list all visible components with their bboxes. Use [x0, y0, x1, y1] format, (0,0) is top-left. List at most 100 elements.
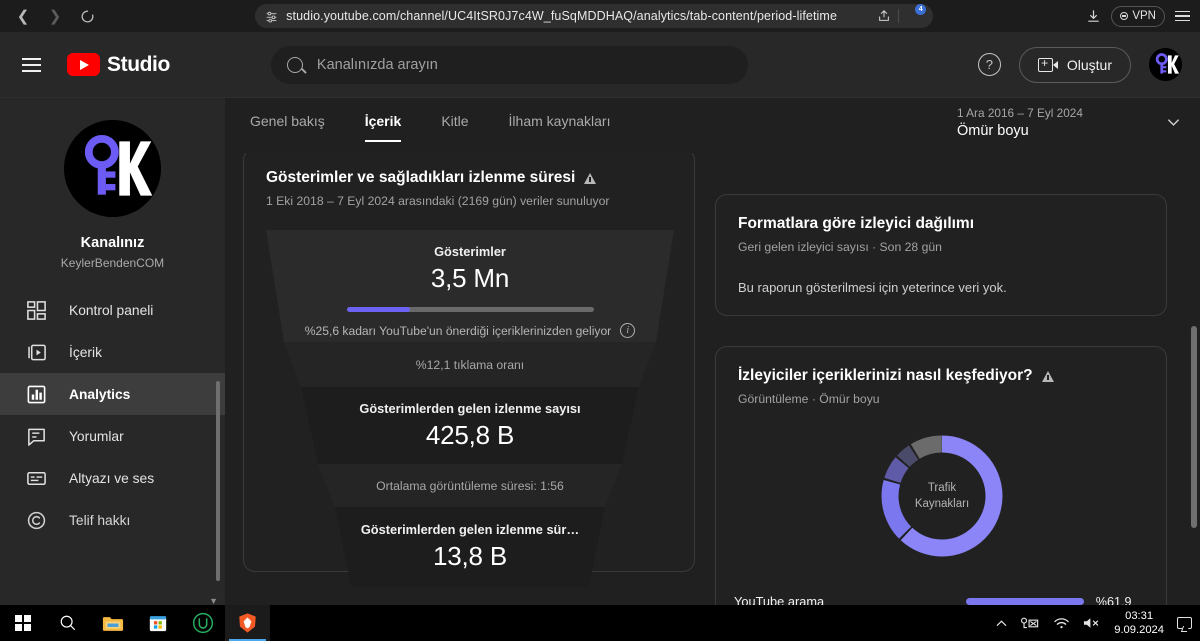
store-icon	[149, 616, 166, 632]
legend-bar-area	[965, 598, 1096, 605]
funnel-connector-label: %12,1 tıklama oranı	[415, 357, 525, 372]
utorrent-icon	[192, 612, 213, 634]
funnel-step-label: Gösterimlerden gelen izlenme sayısı	[359, 400, 581, 416]
tab-label: İçerik	[364, 112, 402, 129]
channel-avatar[interactable]	[64, 120, 161, 217]
sidebar-item-icerik[interactable]: İçerik	[0, 331, 225, 373]
card-title: Formatlara göre izleyici dağılımı	[738, 215, 1144, 233]
file-explorer-button[interactable]	[90, 605, 135, 641]
empty-state-message: Bu raporun gösterilmesi için yeterince v…	[738, 280, 1007, 295]
clock-date: 9.09.2024	[1114, 624, 1164, 636]
downloads-icon[interactable]	[1086, 9, 1101, 24]
sidebar-item-telif-hakki[interactable]: Telif hakkı	[0, 499, 225, 541]
funnel-step-watchtime: Gösterimlerden gelen izlenme sür… 13,8 B	[266, 507, 674, 587]
sidebar: Kanalınız KeylerBendenCOM Kontrol paneli	[0, 98, 225, 605]
tab-ilham-kaynaklari[interactable]: İlham kaynakları	[509, 107, 611, 144]
progress-note: %25,6 kadarı YouTube'un önerdiği içerikl…	[304, 323, 636, 338]
address-bar[interactable]: studio.youtube.com/channel/UC4ItSR0J7c4W…	[255, 4, 934, 28]
card-title: İzleyiciler içeriklerinizi nasıl keşfedi…	[738, 367, 1144, 385]
brave-browser-button[interactable]	[225, 605, 270, 641]
search-input[interactable]: Kanalınızda arayın	[270, 45, 748, 84]
sidebar-item-kontrol-paneli[interactable]: Kontrol paneli	[0, 289, 225, 331]
back-arrow-icon[interactable]: ❮	[8, 3, 38, 29]
search-icon	[60, 615, 75, 631]
browser-menu-icon[interactable]	[1175, 10, 1190, 22]
vpn-status-icon	[1120, 12, 1129, 20]
network-disconnected-icon[interactable]	[1021, 616, 1040, 630]
start-button[interactable]	[0, 605, 45, 641]
microsoft-store-button[interactable]	[135, 605, 180, 641]
vpn-label: VPN	[1132, 10, 1156, 22]
help-icon[interactable]: ?	[977, 53, 1001, 76]
sidebar-item-analytics[interactable]: Analytics	[0, 373, 225, 415]
tab-kitle[interactable]: Kitle	[441, 107, 468, 144]
main-content: Genel bakış İçerik Kitle İlham kaynaklar…	[225, 98, 1200, 641]
url-bar-container: studio.youtube.com/channel/UC4ItSR0J7c4W…	[102, 4, 1086, 28]
sidebar-item-label: İçerik	[69, 344, 102, 360]
tab-icerik[interactable]: İçerik	[364, 107, 402, 144]
copyright-icon	[26, 510, 47, 531]
channel-name: KeylerBendenCOM	[60, 256, 165, 270]
funnel-step-views: Gösterimlerden gelen izlenme sayısı 425,…	[266, 387, 674, 464]
video-camera-plus-icon	[1037, 56, 1058, 72]
volume-muted-icon[interactable]	[1083, 616, 1101, 630]
vpn-button[interactable]: VPN	[1111, 5, 1165, 27]
search-icon	[286, 56, 303, 73]
sidebar-scrollbar[interactable]	[216, 381, 220, 581]
chevron-down-icon: ▼	[209, 596, 218, 605]
funnel-connector-duration: Ortalama görüntüleme süresi: 1:56	[266, 464, 674, 507]
sidebar-item-altyazi-ve-ses[interactable]: Altyazı ve ses	[0, 457, 225, 499]
funnel-step-impressions: Gösterimler 3,5 Mn %25,6 kadarı YouTube'…	[266, 230, 674, 342]
progress-note-text: %25,6 kadarı YouTube'un önerdiği içerikl…	[304, 323, 612, 338]
brave-shields-icon[interactable]: 4	[906, 4, 927, 25]
action-center-icon[interactable]	[1177, 617, 1192, 629]
taskbar-clock[interactable]: 03:31 9.09.2024	[1114, 609, 1164, 637]
address-bar-actions: 4	[877, 4, 927, 25]
wifi-icon[interactable]	[1053, 616, 1070, 630]
donut-chart-svg	[881, 435, 1003, 557]
funnel-step-value: 13,8 B	[433, 541, 507, 571]
avatar[interactable]	[1149, 48, 1182, 81]
search-taskbar-button[interactable]	[45, 605, 90, 641]
forward-arrow-icon[interactable]: ❯	[40, 3, 70, 29]
create-button-label: Oluştur	[1066, 56, 1112, 73]
url-text: studio.youtube.com/channel/UC4ItSR0J7c4W…	[286, 9, 837, 23]
subtitles-icon	[26, 468, 47, 489]
studio-logo-text: Studio	[107, 52, 170, 76]
card-title: Gösterimler ve sağladıkları izlenme süre…	[266, 169, 672, 187]
warning-icon	[584, 172, 597, 184]
warning-icon	[1041, 370, 1054, 382]
browser-right-actions: VPN	[1086, 5, 1200, 27]
main-scrollbar[interactable]	[1191, 326, 1197, 528]
period-date-range: 1 Ara 2016 – 7 Eyl 2024	[957, 106, 1083, 120]
browser-toolbar: ❮ ❯ studio.youtube.com/channel/UC4ItSR0J…	[0, 0, 1200, 32]
progress-fill	[346, 307, 410, 312]
impressions-funnel-card: Gösterimler ve sağladıkları izlenme süre…	[243, 148, 695, 587]
search-placeholder: Kanalınızda arayın	[316, 56, 438, 73]
legend-bar	[965, 598, 1084, 605]
info-icon[interactable]: i	[620, 323, 636, 338]
card-title-text: Formatlara göre izleyici dağılımı	[738, 215, 975, 232]
recommended-progress: %25,6 kadarı YouTube'un önerdiği içerikl…	[266, 307, 674, 338]
period-name: Ömür boyu	[957, 123, 1029, 139]
studio-header: Studio Kanalınızda arayın ? Oluştur	[0, 32, 1200, 98]
sidebar-nav: Kontrol paneli İçerik Analytics Yorumlar…	[0, 289, 225, 541]
sidebar-item-yorumlar[interactable]: Yorumlar	[0, 415, 225, 457]
utorrent-button[interactable]	[180, 605, 225, 641]
site-settings-icon[interactable]	[265, 10, 278, 23]
funnel-chart: Gösterimler 3,5 Mn %25,6 kadarı YouTube'…	[266, 230, 674, 587]
sidebar-toggle-icon[interactable]	[22, 57, 41, 72]
formats-audience-card: Formatlara göre izleyici dağılımı Geri g…	[715, 194, 1167, 316]
tab-label: İlham kaynakları	[508, 112, 611, 129]
share-icon[interactable]	[877, 9, 891, 23]
create-button[interactable]: Oluştur	[1018, 46, 1131, 83]
header-actions: ? Oluştur	[977, 46, 1200, 83]
reload-icon[interactable]	[72, 3, 102, 29]
sidebar-item-label: Telif hakkı	[69, 512, 131, 528]
card-subtitle: 1 Eki 2018 – 7 Eyl 2024 arasındaki (2169…	[266, 194, 610, 208]
period-selector[interactable]: 1 Ara 2016 – 7 Eyl 2024 Ömür boyu	[957, 106, 1182, 139]
studio-logo[interactable]: Studio	[67, 53, 170, 77]
browser-nav-buttons: ❮ ❯	[0, 3, 102, 29]
tab-genel-bakis[interactable]: Genel bakış	[250, 107, 325, 144]
show-hidden-icons-chevron[interactable]	[995, 617, 1008, 630]
